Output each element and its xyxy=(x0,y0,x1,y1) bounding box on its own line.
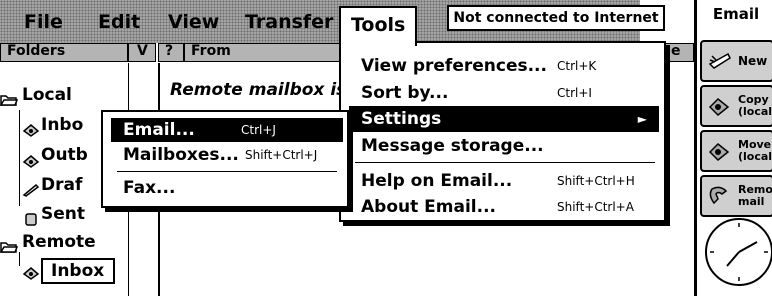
submenu-fax[interactable]: Fax... xyxy=(111,176,343,200)
menu-separator xyxy=(355,162,655,163)
submenu-email[interactable]: Email... Ctrl+J xyxy=(111,118,343,142)
remote-mailbox-message: Remote mailbox is xyxy=(170,80,347,100)
submenu-shortcut: Shift+Ctrl+J xyxy=(245,148,318,162)
tree-connector-line xyxy=(19,252,20,266)
submenu-mailboxes[interactable]: Mailboxes... Shift+Ctrl+J xyxy=(111,143,343,167)
move-local-button[interactable]: Move (local) xyxy=(700,130,772,172)
submenu-arrow-icon: ► xyxy=(637,112,647,126)
menuitem-label: Sort by... xyxy=(361,83,449,103)
inbox-tray-icon xyxy=(22,265,40,280)
settings-submenu: Email... Ctrl+J Mailboxes... Shift+Ctrl+… xyxy=(101,110,349,208)
menuitem-settings[interactable]: Settings ► xyxy=(349,106,659,132)
folder-open-icon xyxy=(0,238,19,253)
move-button-label: Move xyxy=(738,138,772,151)
copy-icon xyxy=(708,95,732,117)
submenu-label: Mailboxes... xyxy=(123,145,239,165)
move-icon xyxy=(708,140,732,162)
folder-drafts[interactable]: Draf xyxy=(41,175,82,195)
folder-inbox[interactable]: Inbo xyxy=(41,115,83,135)
folder-local[interactable]: Local xyxy=(22,85,72,105)
column-header-right[interactable]: e xyxy=(664,43,694,62)
new-button[interactable]: New xyxy=(700,40,772,82)
menuitem-label: View preferences... xyxy=(361,56,547,76)
sent-bin-icon xyxy=(22,211,40,226)
menuitem-about-email[interactable]: About Email... Shift+Ctrl+A xyxy=(349,194,659,220)
folder-sent[interactable]: Sent xyxy=(41,204,85,224)
toolbar-title: Email xyxy=(712,5,760,23)
menuitem-label: Message storage... xyxy=(361,136,544,156)
tools-dropdown-menu: View preferences... Ctrl+K Sort by... Ct… xyxy=(339,41,666,222)
menuitem-sort-by[interactable]: Sort by... Ctrl+I xyxy=(349,80,659,106)
menu-file[interactable]: File xyxy=(24,11,63,33)
menuitem-shortcut: Ctrl+K xyxy=(557,59,597,73)
remote-button-sublabel: mail xyxy=(738,195,765,208)
submenu-label: Fax... xyxy=(123,178,176,198)
drafts-icon xyxy=(22,182,40,197)
menuitem-view-preferences[interactable]: View preferences... Ctrl+K xyxy=(349,53,659,79)
folder-open-icon xyxy=(0,91,19,106)
new-button-label: New xyxy=(738,54,768,68)
new-mail-icon xyxy=(708,50,732,72)
folder-remote-inbox[interactable]: Inbox xyxy=(41,258,116,284)
move-button-sublabel: (local) xyxy=(738,150,772,163)
flag-header[interactable]: ? xyxy=(158,43,184,62)
menuitem-shortcut: Shift+Ctrl+A xyxy=(557,200,634,214)
remote-mail-button[interactable]: Remote mail xyxy=(700,175,772,217)
copy-local-button[interactable]: Copy (local) xyxy=(700,85,772,127)
email-app-window: File Edit View Transfer Tools Not connec… xyxy=(0,0,772,296)
menuitem-shortcut: Ctrl+I xyxy=(557,86,592,100)
menu-view[interactable]: View xyxy=(168,11,219,33)
folders-header[interactable]: Folders xyxy=(0,43,128,62)
menuitem-help-on-email[interactable]: Help on Email... Shift+Ctrl+H xyxy=(349,168,659,194)
sort-header[interactable]: V xyxy=(128,43,156,62)
connection-status: Not connected to Internet xyxy=(447,5,665,31)
menu-separator xyxy=(117,171,337,172)
menuitem-message-storage[interactable]: Message storage... xyxy=(349,133,659,159)
phone-icon xyxy=(708,185,732,207)
menuitem-shortcut: Shift+Ctrl+H xyxy=(557,174,635,188)
remote-button-label: Remote xyxy=(738,183,772,196)
menu-tools[interactable]: Tools xyxy=(339,6,418,46)
folder-remote[interactable]: Remote xyxy=(22,232,96,252)
menuitem-label: Settings xyxy=(361,109,442,129)
folder-outbox[interactable]: Outb xyxy=(41,145,88,165)
outbox-tray-icon xyxy=(22,153,40,168)
menuitem-label: Help on Email... xyxy=(361,171,513,191)
tree-connector-line xyxy=(19,110,20,206)
copy-button-sublabel: (local) xyxy=(738,105,772,118)
submenu-label: Email... xyxy=(123,120,195,140)
menu-edit[interactable]: Edit xyxy=(98,11,140,33)
clock-icon xyxy=(705,218,772,286)
from-header[interactable]: From xyxy=(184,43,344,62)
submenu-shortcut: Ctrl+J xyxy=(241,123,276,137)
inbox-tray-icon xyxy=(22,122,40,137)
menu-transfer[interactable]: Transfer xyxy=(245,11,333,33)
copy-button-label: Copy xyxy=(738,93,769,106)
menuitem-label: About Email... xyxy=(361,197,496,217)
